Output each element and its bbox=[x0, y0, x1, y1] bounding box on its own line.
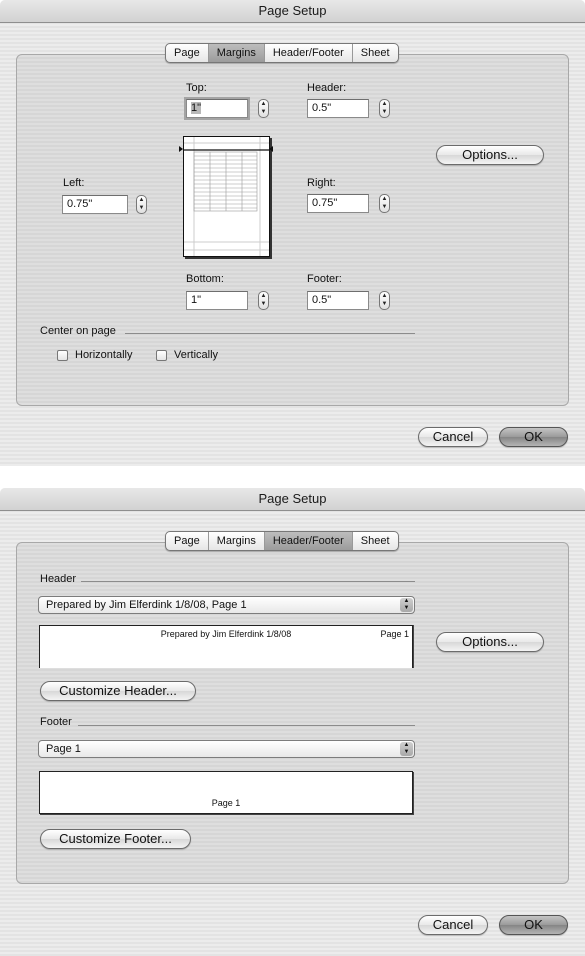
ok-button[interactable]: OK bbox=[499, 915, 568, 935]
popup-arrows-icon: ▲ ▼ bbox=[400, 742, 413, 756]
top-label: Top: bbox=[186, 82, 207, 94]
options-button[interactable]: Options... bbox=[436, 632, 544, 652]
page-setup-dialog-margins: Page Setup Page Margins Header/Footer Sh… bbox=[0, 0, 585, 466]
footer-select-value: Page 1 bbox=[46, 743, 81, 755]
right-label: Right: bbox=[307, 177, 336, 189]
tab-bar: Page Margins Header/Footer Sheet bbox=[165, 531, 399, 551]
window-title: Page Setup bbox=[0, 488, 585, 511]
group-divider bbox=[81, 581, 415, 582]
tab-bar: Page Margins Header/Footer Sheet bbox=[165, 43, 399, 63]
header-select-value: Prepared by Jim Elferdink 1/8/08, Page 1 bbox=[46, 599, 247, 611]
right-margin-input[interactable]: 0.75" bbox=[307, 194, 369, 213]
header-preview-center: Prepared by Jim Elferdink 1/8/08 bbox=[160, 629, 292, 639]
footer-preview-center: Page 1 bbox=[211, 798, 241, 808]
bottom-label: Bottom: bbox=[186, 273, 224, 285]
bottom-stepper[interactable]: ▲ ▼ bbox=[258, 291, 269, 310]
group-divider bbox=[125, 333, 415, 334]
header-preview-right: Page 1 bbox=[380, 629, 409, 639]
margin-handle-right-icon[interactable] bbox=[269, 146, 273, 152]
page-setup-dialog-header-footer: Page Setup Page Margins Header/Footer Sh… bbox=[0, 488, 585, 956]
vertically-checkbox[interactable] bbox=[156, 350, 167, 361]
top-margin-input[interactable]: 1" bbox=[186, 99, 248, 118]
header-group-label: Header bbox=[40, 573, 77, 585]
tab-sheet[interactable]: Sheet bbox=[353, 44, 398, 62]
footer-select[interactable]: Page 1 ▲ ▼ bbox=[38, 740, 415, 758]
tab-page[interactable]: Page bbox=[166, 44, 209, 62]
tab-margins[interactable]: Margins bbox=[209, 532, 265, 550]
header-margin-label: Header: bbox=[307, 82, 347, 94]
horizontally-checkbox[interactable] bbox=[57, 350, 68, 361]
page-preview-graphic bbox=[184, 137, 269, 256]
footer-preview: Page 1 bbox=[39, 771, 413, 814]
footer-margin-input[interactable]: 0.5" bbox=[307, 291, 369, 310]
left-label: Left: bbox=[63, 177, 85, 189]
center-on-page-label: Center on page bbox=[40, 325, 116, 337]
header-margin-input[interactable]: 0.5" bbox=[307, 99, 369, 118]
tab-sheet[interactable]: Sheet bbox=[353, 532, 398, 550]
margin-handle-left-icon[interactable] bbox=[179, 146, 183, 152]
cancel-button[interactable]: Cancel bbox=[418, 915, 488, 935]
customize-footer-button[interactable]: Customize Footer... bbox=[40, 829, 191, 849]
cancel-button[interactable]: Cancel bbox=[418, 427, 488, 447]
options-button[interactable]: Options... bbox=[436, 145, 544, 165]
vertically-label[interactable]: Vertically bbox=[174, 349, 218, 361]
tab-margins[interactable]: Margins bbox=[208, 44, 265, 62]
left-stepper[interactable]: ▲ ▼ bbox=[136, 195, 147, 214]
page-preview-thumbnail bbox=[183, 136, 270, 257]
customize-header-button[interactable]: Customize Header... bbox=[40, 681, 196, 701]
horizontally-label[interactable]: Horizontally bbox=[75, 349, 132, 361]
footer-margin-label: Footer: bbox=[307, 273, 342, 285]
tab-header-footer[interactable]: Header/Footer bbox=[264, 532, 353, 550]
group-divider bbox=[78, 725, 415, 726]
ok-button[interactable]: OK bbox=[499, 427, 568, 447]
top-stepper[interactable]: ▲ ▼ bbox=[258, 99, 269, 118]
header-stepper[interactable]: ▲ ▼ bbox=[379, 99, 390, 118]
left-margin-input[interactable]: 0.75" bbox=[62, 195, 128, 214]
header-preview: Prepared by Jim Elferdink 1/8/08 Page 1 bbox=[39, 625, 413, 668]
right-stepper[interactable]: ▲ ▼ bbox=[379, 194, 390, 213]
window-title: Page Setup bbox=[0, 0, 585, 23]
tab-page[interactable]: Page bbox=[166, 532, 209, 550]
tab-header-footer[interactable]: Header/Footer bbox=[265, 44, 353, 62]
footer-group-label: Footer bbox=[40, 716, 72, 728]
bottom-margin-input[interactable]: 1" bbox=[186, 291, 248, 310]
header-select[interactable]: Prepared by Jim Elferdink 1/8/08, Page 1… bbox=[38, 596, 415, 614]
footer-stepper[interactable]: ▲ ▼ bbox=[379, 291, 390, 310]
popup-arrows-icon: ▲ ▼ bbox=[400, 598, 413, 612]
